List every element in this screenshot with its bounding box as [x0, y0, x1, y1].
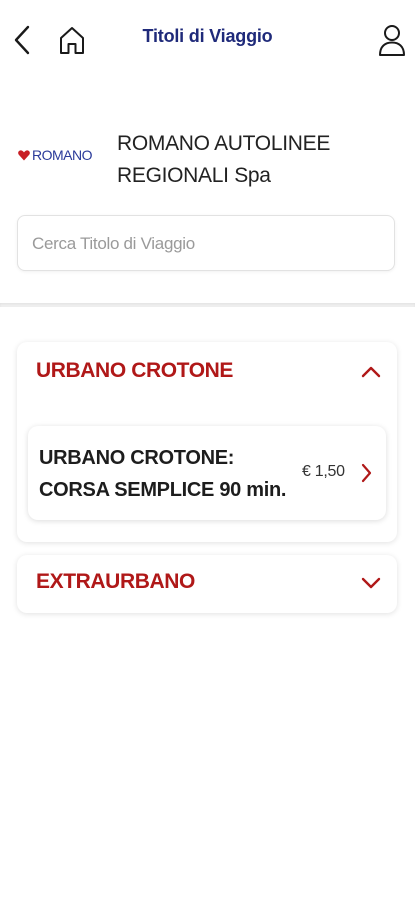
- category-card-urbano-crotone: URBANO CROTONE URBANO CROTONE: CORSA SEM…: [17, 342, 397, 542]
- chevron-right-icon: [361, 463, 372, 483]
- company-logo: ROMANO: [18, 147, 93, 163]
- section-divider: [0, 303, 415, 307]
- chevron-up-icon: [361, 366, 381, 378]
- logo-text: ROMANO: [32, 147, 93, 163]
- ticket-price: € 1,50: [302, 463, 345, 480]
- category-title: URBANO CROTONE: [36, 359, 234, 382]
- company-section: ROMANO ROMANO AUTOLINEE REGIONALI Spa: [0, 80, 415, 305]
- top-bar: Titoli di Viaggio: [0, 0, 415, 81]
- search-field[interactable]: [17, 215, 395, 272]
- chevron-down-icon: [361, 577, 381, 589]
- home-icon: [60, 27, 84, 54]
- profile-button[interactable]: [372, 20, 412, 60]
- ticket-name: URBANO CROTONE: CORSA SEMPLICE 90 min.: [39, 447, 287, 501]
- company-name: ROMANO AUTOLINEE REGIONALI Spa: [117, 132, 331, 187]
- logo-heart-icon: [18, 149, 30, 160]
- category-header-extraurbano[interactable]: EXTRAURBANO: [17, 555, 397, 615]
- ticket-item[interactable]: URBANO CROTONE: CORSA SEMPLICE 90 min. €…: [28, 426, 386, 520]
- user-icon: [379, 25, 405, 56]
- category-title: EXTRAURBANO: [36, 570, 195, 593]
- category-card-extraurbano: EXTRAURBANO: [17, 555, 397, 613]
- category-header-urbano-crotone[interactable]: URBANO CROTONE: [17, 342, 397, 402]
- search-input[interactable]: [30, 216, 384, 272]
- back-button[interactable]: [6, 22, 38, 58]
- page: Titoli di Viaggio ROMANO ROMANO AUTOLINE…: [0, 0, 415, 900]
- chevron-left-icon: [14, 25, 30, 55]
- home-button[interactable]: [54, 22, 90, 58]
- page-title: Titoli di Viaggio: [142, 26, 273, 46]
